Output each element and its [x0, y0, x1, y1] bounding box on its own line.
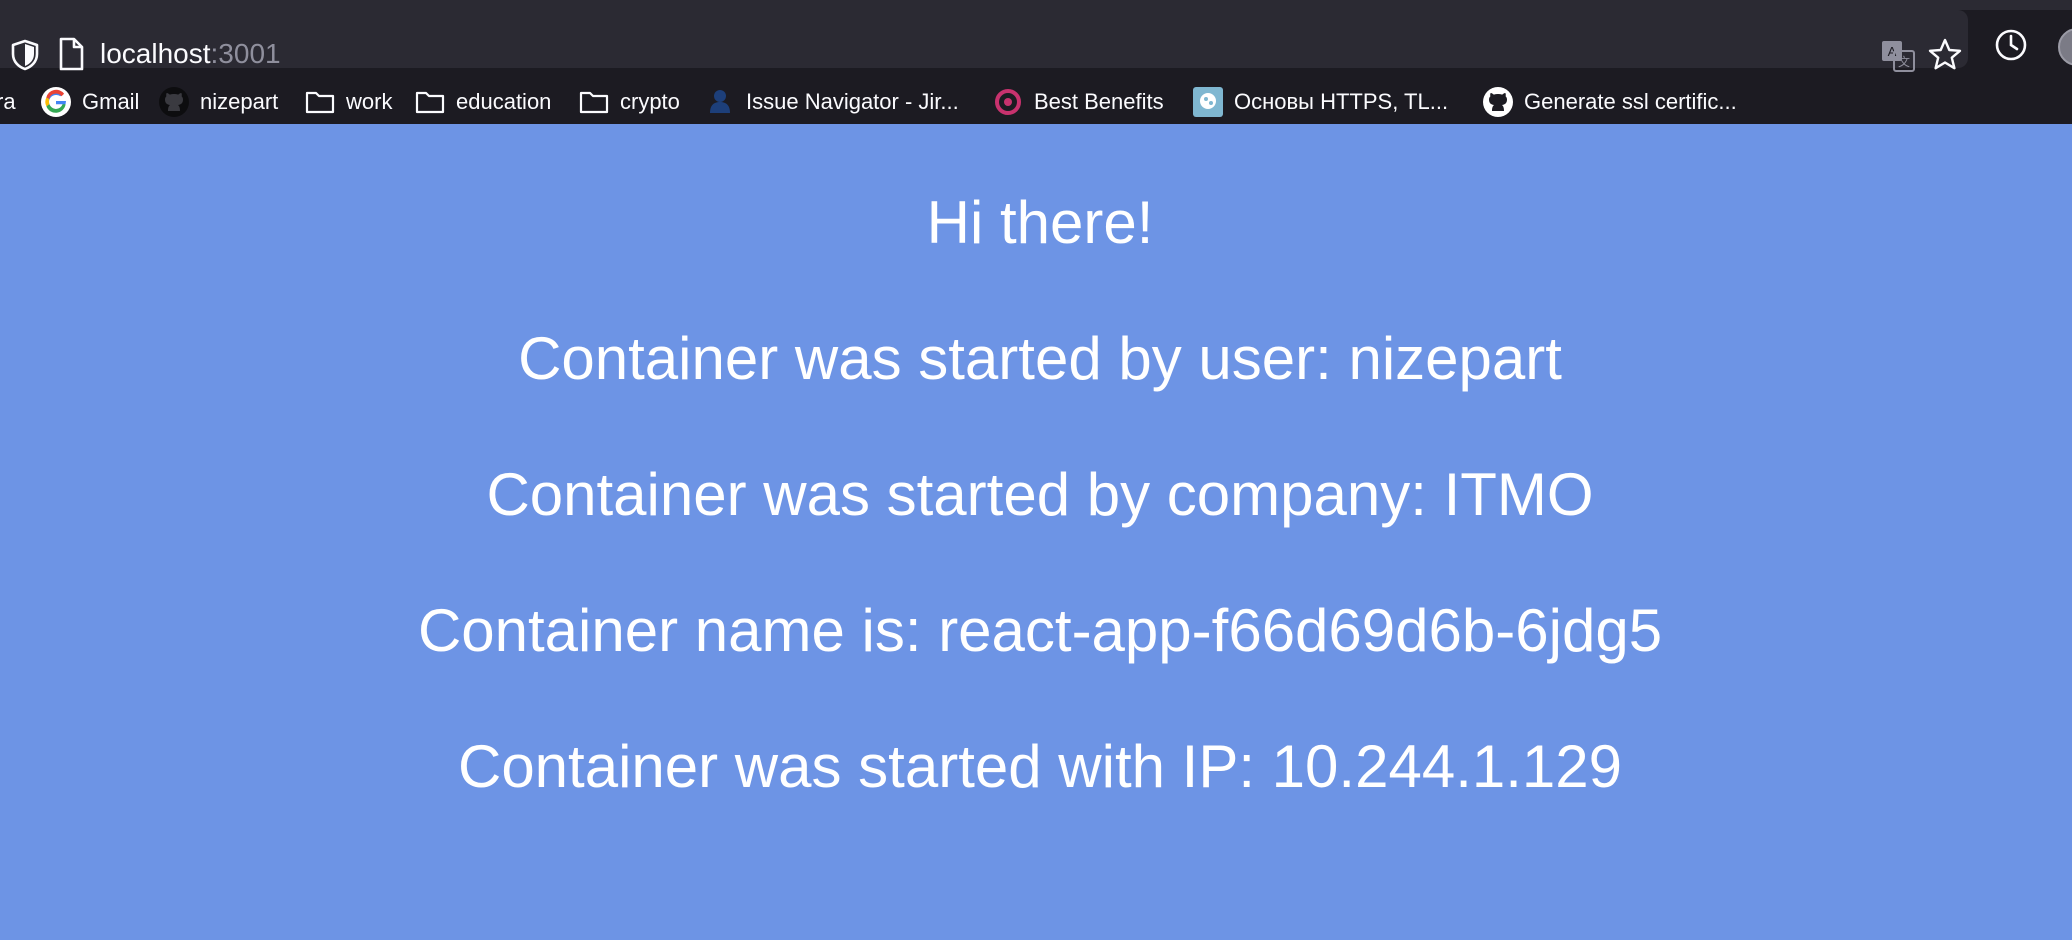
github-icon	[158, 86, 190, 118]
bookmark-folder-crypto[interactable]: crypto	[578, 80, 680, 124]
bookmark-folder-work[interactable]: work	[304, 80, 392, 124]
bookmark-label: Основы HTTPS, TL...	[1234, 89, 1449, 114]
url-text[interactable]: localhost:3001	[100, 34, 281, 74]
bookmark-label: Best Benefits	[1034, 89, 1164, 114]
bookmark-label: Generate ssl certific...	[1524, 89, 1737, 114]
container-name-line: Container name is: react-app-f66d69d6b-6…	[417, 597, 1663, 664]
history-icon[interactable]	[1992, 26, 2030, 64]
github-icon	[1482, 86, 1514, 118]
shield-icon[interactable]	[6, 36, 44, 74]
page-content: Hi there! Container was started by user:…	[0, 124, 2072, 940]
container-ip-line: Container was started with IP: 10.244.1.…	[457, 733, 1623, 800]
greeting-heading: Hi there!	[926, 189, 1154, 256]
bookmark-label: Issue Navigator - Jir...	[746, 89, 959, 114]
container-company-line: Container was started by company: ITMO	[486, 461, 1594, 528]
folder-icon	[414, 86, 446, 118]
bookmark-https-basics[interactable]: Основы HTTPS, TL...	[1192, 80, 1448, 124]
jira-icon	[704, 86, 736, 118]
container-user-line: Container was started by user: nizepart	[518, 325, 1562, 392]
url-host: localhost	[100, 38, 211, 69]
bookmark-best-benefits[interactable]: Best Benefits	[992, 80, 1164, 124]
site-icon	[1192, 86, 1224, 118]
bookmark-generate-ssl[interactable]: Generate ssl certific...	[1482, 80, 1737, 124]
bookmark-partial[interactable]: ra	[0, 80, 16, 124]
url-bar[interactable]: localhost:3001 A 文	[0, 10, 1968, 72]
bookmark-nizepart[interactable]: nizepart	[158, 80, 278, 124]
bookmark-label: Gmail	[82, 89, 140, 114]
bookmark-label: ra	[0, 89, 16, 114]
folder-icon	[304, 86, 336, 118]
bookmark-folder-education[interactable]: education	[414, 80, 551, 124]
bookmarks-bar: ra Gmail nizepart work	[0, 80, 2072, 125]
bookmark-label: work	[346, 89, 393, 114]
bookmark-label: crypto	[620, 89, 680, 114]
translate-icon[interactable]: A 文	[1880, 38, 1916, 74]
bookmark-jira[interactable]: Issue Navigator - Jir...	[704, 80, 959, 124]
url-port: :3001	[210, 38, 281, 69]
svg-text:文: 文	[1898, 54, 1910, 69]
bookmark-label: education	[456, 89, 552, 114]
bookmark-gmail[interactable]: Gmail	[40, 80, 139, 124]
google-icon	[40, 86, 72, 118]
folder-icon	[578, 86, 610, 118]
bookmark-star-icon[interactable]	[1926, 36, 1964, 74]
bookmark-label: nizepart	[200, 89, 279, 114]
benefits-icon	[992, 86, 1024, 118]
page-icon	[56, 36, 86, 72]
browser-top-strip	[0, 0, 2072, 10]
